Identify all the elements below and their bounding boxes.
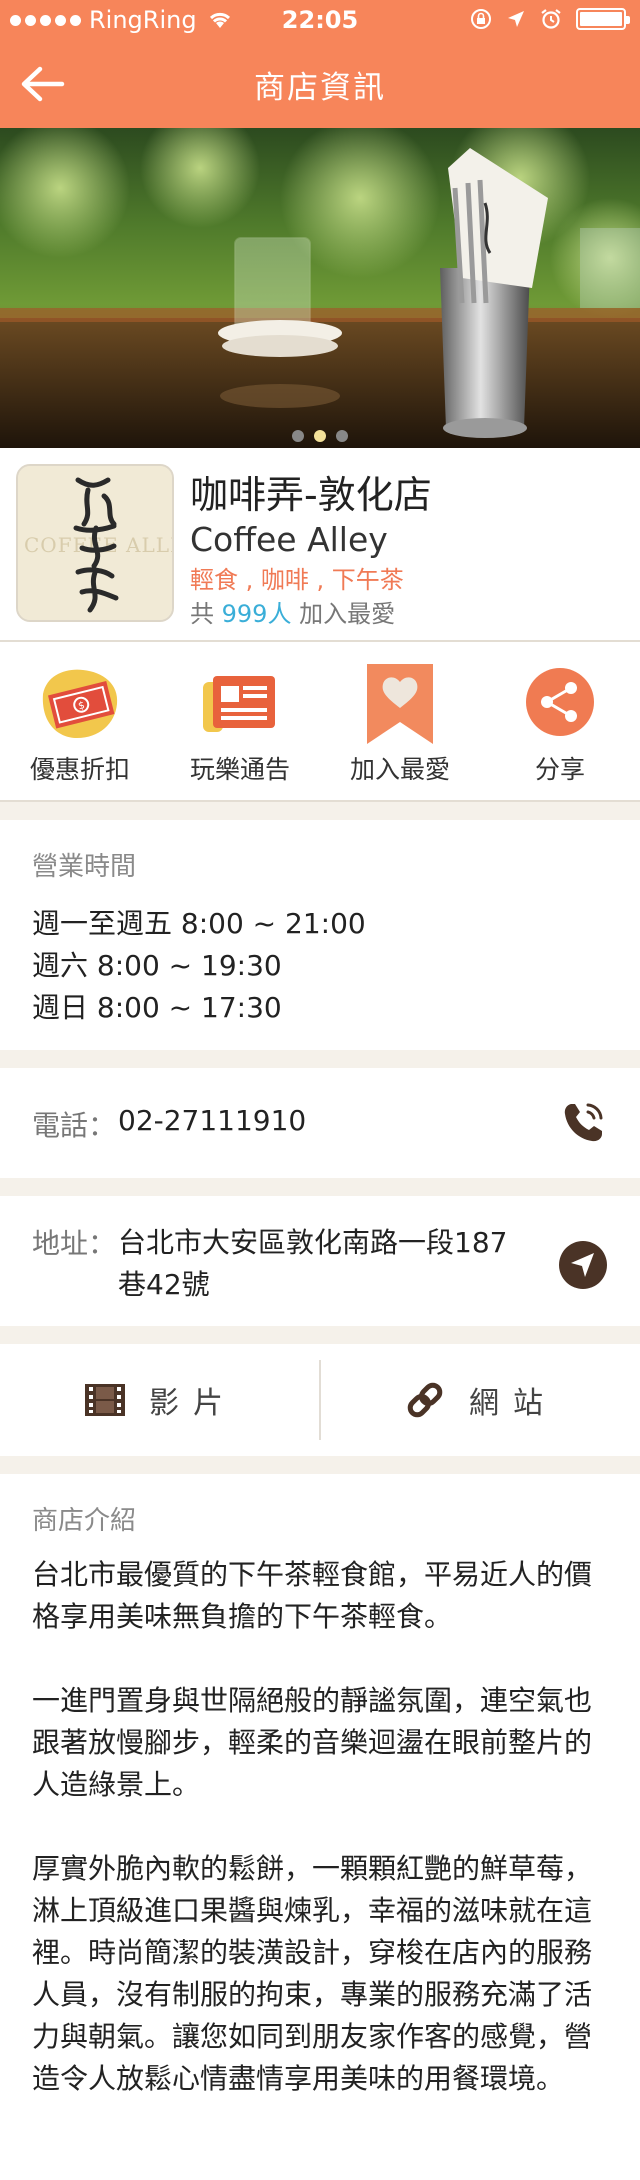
favorites-suffix: 加入最愛 [299, 600, 396, 628]
phone-call-icon[interactable] [558, 1098, 608, 1148]
pager-dot[interactable] [292, 430, 304, 442]
store-photo [0, 128, 640, 448]
alarm-icon [541, 9, 561, 29]
store-intro-title: 商店介紹 [32, 1506, 137, 1536]
address-label: 地址： [32, 1227, 117, 1260]
store-categories: 輕食 , 咖啡 , 下午茶 [190, 566, 404, 594]
battery-icon [576, 8, 630, 30]
status-icons [470, 8, 630, 30]
store-photo-carousel[interactable] [0, 128, 640, 448]
coupon-icon: $ [42, 669, 118, 738]
phone-number[interactable]: 02-27111910 [118, 1104, 306, 1137]
add-favorite-button[interactable]: 加入最愛 [320, 642, 480, 800]
pager-dot[interactable] [336, 430, 348, 442]
store-name: 咖啡弄-敦化店 [190, 473, 432, 517]
pager-dot-active[interactable] [314, 430, 326, 442]
status-bar: RingRing 22:05 [0, 0, 640, 40]
address-row[interactable]: 地址： 台北市大安區敦化南路一段187巷42號 [0, 1196, 640, 1326]
favorites-count: 999人 [221, 600, 292, 628]
intro-paragraph-1: 台北市最優質的下午茶輕食館，平易近人的價格享用美味無負擔的下午茶輕食。 [32, 1558, 593, 1633]
phone-label: 電話： [32, 1109, 117, 1142]
add-favorite-label: 加入最愛 [349, 755, 450, 784]
hours-line-weekdays: 週一至週五 8:00 ~ 21:00 [32, 907, 366, 940]
navigate-icon[interactable] [558, 1240, 608, 1290]
film-icon [85, 1384, 125, 1416]
business-hours-section: 營業時間 週一至週五 8:00 ~ 21:00 週六 8:00 ~ 19:30 … [0, 820, 640, 1050]
store-intro-section: 商店介紹 台北市最優質的下午茶輕食館，平易近人的價格享用美味無負擔的下午茶輕食。… [0, 1474, 640, 2180]
address-value: 台北市大安區敦化南路一段187巷42號 [118, 1226, 508, 1301]
business-hours-title: 營業時間 [32, 852, 137, 882]
website-button[interactable]: 網站 [320, 1344, 640, 1456]
phone-row[interactable]: 電話： 02-27111910 [0, 1068, 640, 1178]
news-icon [203, 676, 275, 732]
intro-paragraph-2: 一進門置身與世隔絕般的靜謐氛圍，連空氣也跟著放慢腳步，輕柔的音樂迴盪在眼前整片的… [32, 1684, 593, 1801]
hours-line-sunday: 週日 8:00 ~ 17:30 [32, 991, 282, 1024]
coupon-button[interactable]: $ 優惠折扣 [0, 642, 160, 800]
store-summary: COFFEE ALLEY 咖啡弄-敦化店 Coffee Alley 輕食 , 咖… [0, 448, 640, 642]
favorites-summary: 共 999人 加入最愛 [190, 594, 395, 629]
video-button[interactable]: 影片 [0, 1344, 320, 1456]
location-arrow-icon [508, 11, 524, 27]
hours-line-saturday: 週六 8:00 ~ 19:30 [32, 949, 282, 982]
orientation-lock-icon [471, 9, 491, 29]
store-logo: COFFEE ALLEY [16, 464, 174, 622]
share-label: 分享 [534, 755, 585, 784]
share-icon [526, 668, 594, 736]
media-links-row: 影片 網站 [0, 1344, 640, 1456]
action-row: $ 優惠折扣 玩樂通告 加入最愛 分享 [0, 642, 640, 802]
store-english-name: Coffee Alley [190, 520, 388, 559]
intro-paragraph-3: 厚實外脆內軟的鬆餅，一顆顆紅艷的鮮草莓，淋上頂級進口果醬與煉乳，幸福的滋味就在這… [32, 1852, 593, 2095]
news-button[interactable]: 玩樂通告 [160, 642, 320, 800]
heart-bookmark-icon [367, 664, 433, 744]
website-label: 網站 [469, 1386, 557, 1421]
favorites-prefix: 共 [190, 600, 214, 628]
coupon-label: 優惠折扣 [29, 755, 130, 784]
page-title: 商店資訊 [254, 70, 386, 106]
app-header: RingRing 22:05 商店資訊 [0, 0, 640, 128]
link-icon [407, 1382, 443, 1418]
news-label: 玩樂通告 [189, 755, 290, 784]
nav-bar: 商店資訊 [0, 40, 640, 128]
video-label: 影片 [149, 1386, 237, 1421]
share-button[interactable]: 分享 [480, 642, 640, 800]
store-logo-image: COFFEE ALLEY [18, 466, 172, 620]
carousel-pager [0, 430, 640, 442]
